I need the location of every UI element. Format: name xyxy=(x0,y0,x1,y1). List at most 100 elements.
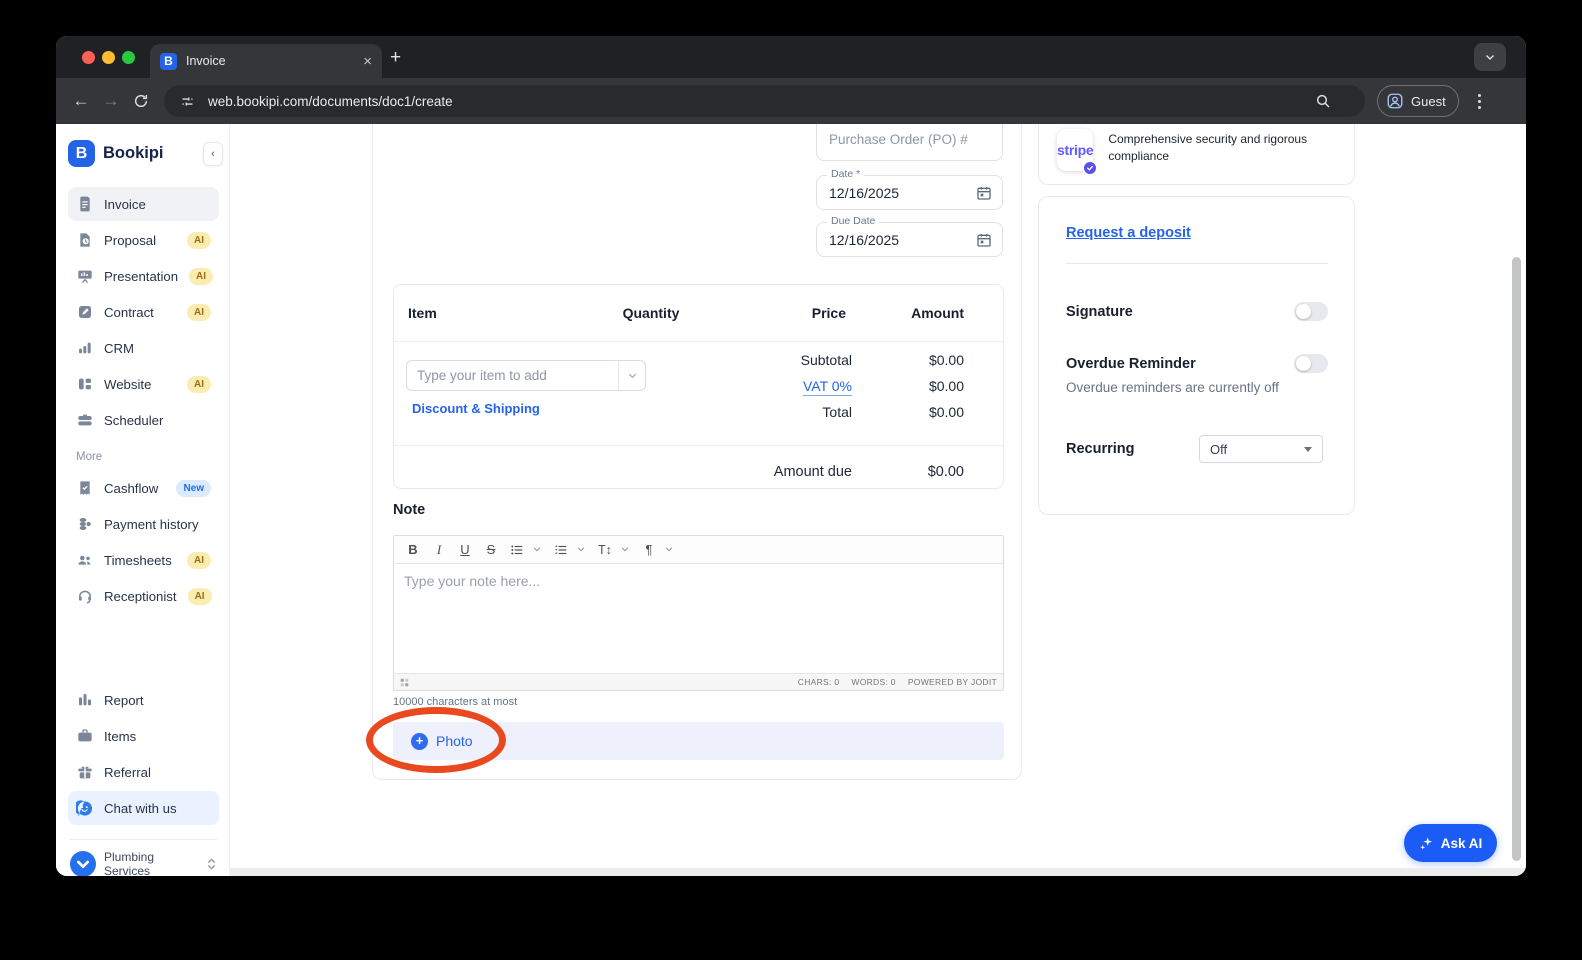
close-window-button[interactable] xyxy=(82,51,95,64)
sidebar-item-invoice[interactable]: Invoice xyxy=(68,187,219,221)
discount-shipping-link[interactable]: Discount & Shipping xyxy=(412,401,540,416)
reload-button[interactable] xyxy=(126,93,156,109)
signature-label: Signature xyxy=(1066,303,1133,320)
sidebar-item-report[interactable]: Report xyxy=(68,683,219,717)
org-switcher[interactable]: Plumbing Services xyxy=(68,850,219,876)
editor-status-bar: CHARS: 0 WORDS: 0 POWERED BY JODIT xyxy=(394,673,1003,690)
url-bar[interactable]: web.bookipi.com/documents/doc1/create xyxy=(164,85,1365,117)
sidebar-item-cashflow[interactable]: Cashflow New xyxy=(68,471,219,505)
sidebar-item-label: Website xyxy=(104,376,152,392)
sidebar-item-timesheets[interactable]: Timesheets AI xyxy=(68,543,219,577)
italic-button[interactable]: I xyxy=(428,539,450,561)
add-item-combobox[interactable] xyxy=(406,360,646,391)
due-date-label: Due Date xyxy=(827,215,880,227)
sparkles-icon xyxy=(1419,836,1432,850)
paragraph-dropdown[interactable] xyxy=(664,541,678,559)
sidebar-item-receptionist[interactable]: Receptionist AI xyxy=(68,579,219,613)
sidebar-item-payment-history[interactable]: Payment history xyxy=(68,507,219,541)
calendar-icon[interactable] xyxy=(976,185,992,201)
paragraph-button[interactable]: ¶ xyxy=(638,539,660,561)
col-header-price: Price xyxy=(811,305,846,321)
browser-tab-invoice[interactable]: B Invoice × xyxy=(150,44,382,78)
date-field[interactable]: Date * 12/16/2025 xyxy=(816,168,1003,210)
vat-link-wrap: VAT 0% xyxy=(664,378,852,396)
profile-button[interactable]: Guest xyxy=(1377,85,1459,117)
bullet-list-button[interactable] xyxy=(506,539,528,561)
search-icon[interactable] xyxy=(1315,93,1331,109)
vat-row: VAT 0% $0.00 xyxy=(664,373,964,399)
invoice-icon xyxy=(76,196,93,213)
profile-label: Guest xyxy=(1411,93,1446,109)
sidebar-item-crm[interactable]: CRM xyxy=(68,331,219,365)
ai-badge: AI xyxy=(187,551,211,569)
invoice-card: Date * 12/16/2025 Due Date 12/16/2025 It… xyxy=(372,124,1022,780)
bullet-list-icon xyxy=(511,545,523,554)
underline-button[interactable]: U xyxy=(454,539,476,561)
stripe-wordmark: stripe xyxy=(1057,142,1094,158)
font-size-button[interactable]: T↕ xyxy=(594,539,616,561)
minimize-window-button[interactable] xyxy=(102,51,115,64)
date-label: Date * xyxy=(827,168,865,180)
calendar-icon[interactable] xyxy=(976,232,992,248)
proposal-icon xyxy=(76,232,93,249)
recurring-label: Recurring xyxy=(1066,441,1135,457)
ordered-list-button[interactable] xyxy=(550,539,572,561)
item-dropdown-button[interactable] xyxy=(618,361,645,390)
sidebar-item-website[interactable]: Website AI xyxy=(68,367,219,401)
subtotal-value: $0.00 xyxy=(928,352,964,368)
sidebar-item-chat-with-us[interactable]: Chat with us xyxy=(68,791,219,825)
brand-row: B Bookipi ‹ xyxy=(68,140,223,167)
receptionist-icon xyxy=(76,588,93,605)
guest-avatar-icon xyxy=(1387,93,1403,109)
jodit-about-icon[interactable] xyxy=(400,678,409,687)
stripe-logo: stripe xyxy=(1057,129,1099,176)
sidebar-item-referral[interactable]: Referral xyxy=(68,755,219,789)
new-tab-button[interactable]: + xyxy=(390,48,401,67)
table-divider xyxy=(394,445,1003,446)
sidebar-item-proposal[interactable]: Proposal AI xyxy=(68,223,219,257)
due-date-value[interactable]: 12/16/2025 xyxy=(829,232,976,248)
forward-button[interactable]: → xyxy=(96,91,126,111)
sidebar-item-label: Report xyxy=(104,692,144,708)
ask-ai-button[interactable]: Ask AI xyxy=(1404,824,1497,862)
close-tab-icon[interactable]: × xyxy=(363,53,372,70)
tab-strip: B Invoice × + xyxy=(56,36,1526,78)
ordered-list-dropdown[interactable] xyxy=(576,541,590,559)
vat-link[interactable]: VAT 0% xyxy=(802,378,852,396)
totals-block: Subtotal $0.00 VAT 0% $0.00 Total $0.00 xyxy=(664,347,964,425)
browser-menu-button[interactable] xyxy=(1469,93,1491,109)
items-table: Item Quantity Price Amount Discount & Sh… xyxy=(393,284,1004,489)
strikethrough-button[interactable]: S xyxy=(480,539,502,561)
maximize-window-button[interactable] xyxy=(122,51,135,64)
due-date-field[interactable]: Due Date 12/16/2025 xyxy=(816,215,1003,257)
site-settings-icon[interactable] xyxy=(176,90,198,112)
add-item-input[interactable] xyxy=(407,368,618,383)
sidebar-item-label: Invoice xyxy=(104,196,146,212)
po-number-input[interactable] xyxy=(817,132,1002,147)
date-value[interactable]: 12/16/2025 xyxy=(829,185,976,201)
signature-toggle[interactable] xyxy=(1294,302,1328,321)
note-input[interactable]: Type your note here... xyxy=(394,564,1003,673)
bold-button[interactable]: B xyxy=(402,539,424,561)
bullet-list-dropdown[interactable] xyxy=(532,541,546,559)
overdue-toggle[interactable] xyxy=(1294,354,1328,373)
sidebar-item-scheduler[interactable]: Scheduler xyxy=(68,403,219,437)
ai-badge: AI xyxy=(187,375,211,393)
tab-search-button[interactable] xyxy=(1474,43,1506,71)
scheduler-icon xyxy=(76,412,93,429)
sidebar-collapse-button[interactable]: ‹ xyxy=(203,142,223,166)
sidebar-item-contract[interactable]: Contract AI xyxy=(68,295,219,329)
amount-due-row: Amount due $0.00 xyxy=(664,457,964,487)
font-size-dropdown[interactable] xyxy=(620,541,634,559)
request-deposit-link[interactable]: Request a deposit xyxy=(1066,225,1191,241)
sidebar-item-presentation[interactable]: Presentation AI xyxy=(68,259,219,293)
sidebar-item-items[interactable]: Items xyxy=(68,719,219,753)
po-number-field[interactable] xyxy=(816,124,1003,161)
page-scrollbar[interactable] xyxy=(1512,257,1521,861)
url-text[interactable]: web.bookipi.com/documents/doc1/create xyxy=(208,94,1305,109)
back-button[interactable]: ← xyxy=(66,91,96,111)
sidebar-item-label: Timesheets xyxy=(104,552,172,568)
recurring-select[interactable]: Off xyxy=(1199,435,1323,463)
overdue-subtext: Overdue reminders are currently off xyxy=(1066,380,1279,395)
sidebar-item-label: Referral xyxy=(104,764,151,780)
